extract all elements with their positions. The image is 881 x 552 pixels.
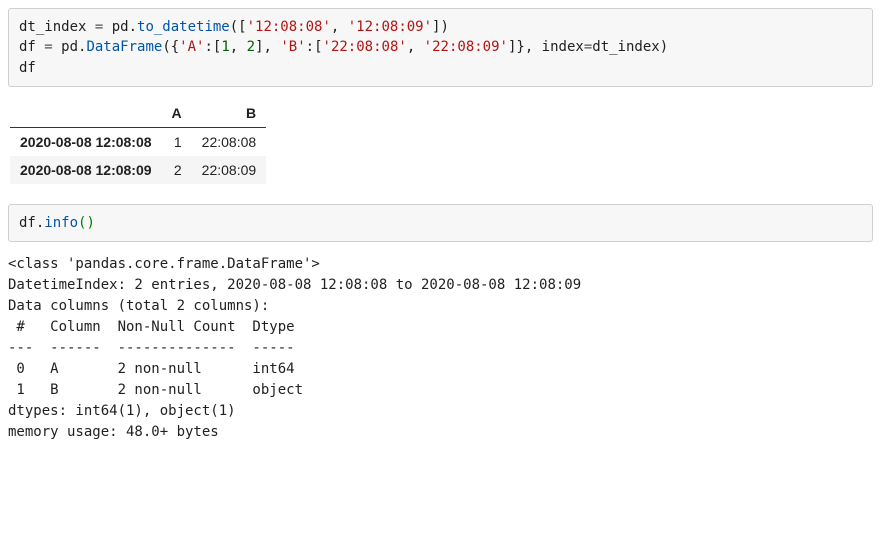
cell-b: 22:08:09	[192, 156, 267, 184]
code-token: ([	[230, 19, 247, 35]
column-header-b: B	[192, 99, 267, 128]
code-cell-1: dt_index = pd.to_datetime(['12:08:08', '…	[8, 8, 873, 87]
code-token: 2	[247, 39, 255, 55]
code-token: to_datetime	[137, 19, 230, 35]
code-token: 'B'	[280, 39, 305, 55]
output-line: memory usage: 48.0+ bytes	[8, 424, 219, 440]
info-output: <class 'pandas.core.frame.DataFrame'> Da…	[8, 254, 873, 443]
code-token: ,	[331, 19, 348, 35]
output-line: 0 A 2 non-null int64	[8, 361, 303, 377]
code-token: pd.	[53, 39, 87, 55]
code-token: =	[584, 39, 592, 55]
output-line: 1 B 2 non-null object	[8, 382, 303, 398]
table-row: 2020-08-08 12:08:09 2 22:08:09	[10, 156, 266, 184]
code-token: ,	[407, 39, 424, 55]
code-token: =	[44, 39, 52, 55]
code-token: '22:08:08'	[323, 39, 407, 55]
code-token: ({	[162, 39, 179, 55]
code-token: info	[44, 215, 78, 231]
code-token: df.	[19, 215, 44, 231]
output-line: Data columns (total 2 columns):	[8, 298, 269, 314]
code-token: :[	[204, 39, 221, 55]
cell-a: 1	[162, 127, 192, 156]
code-token: DataFrame	[86, 39, 162, 55]
code-token: 1	[221, 39, 229, 55]
code-token: ]}, index	[508, 39, 584, 55]
code-cell-2: df.info()	[8, 204, 873, 242]
code-token: dt_index	[19, 19, 95, 35]
index-cell: 2020-08-08 12:08:08	[10, 127, 162, 156]
output-line: DatetimeIndex: 2 entries, 2020-08-08 12:…	[8, 277, 581, 293]
code-token: ])	[432, 19, 449, 35]
cell-a: 2	[162, 156, 192, 184]
index-corner	[10, 99, 162, 128]
table-header-row: A B	[10, 99, 266, 128]
code-token: 'A'	[179, 39, 204, 55]
code-token: df	[19, 39, 44, 55]
code-token: df	[19, 60, 36, 76]
code-token: pd.	[103, 19, 137, 35]
code-token: '22:08:09'	[424, 39, 508, 55]
table-row: 2020-08-08 12:08:08 1 22:08:08	[10, 127, 266, 156]
dataframe-output-table: A B 2020-08-08 12:08:08 1 22:08:08 2020-…	[10, 99, 266, 184]
output-line: --- ------ -------------- -----	[8, 340, 303, 356]
index-cell: 2020-08-08 12:08:09	[10, 156, 162, 184]
output-line: dtypes: int64(1), object(1)	[8, 403, 236, 419]
code-token: '12:08:08'	[247, 19, 331, 35]
output-line: # Column Non-Null Count Dtype	[8, 319, 303, 335]
column-header-a: A	[162, 99, 192, 128]
code-token: ()	[78, 215, 95, 231]
code-token: dt_index)	[592, 39, 668, 55]
code-token: :[	[306, 39, 323, 55]
code-token: ,	[230, 39, 247, 55]
code-token: '12:08:09'	[348, 19, 432, 35]
cell-b: 22:08:08	[192, 127, 267, 156]
output-line: <class 'pandas.core.frame.DataFrame'>	[8, 256, 320, 272]
code-token: ],	[255, 39, 280, 55]
